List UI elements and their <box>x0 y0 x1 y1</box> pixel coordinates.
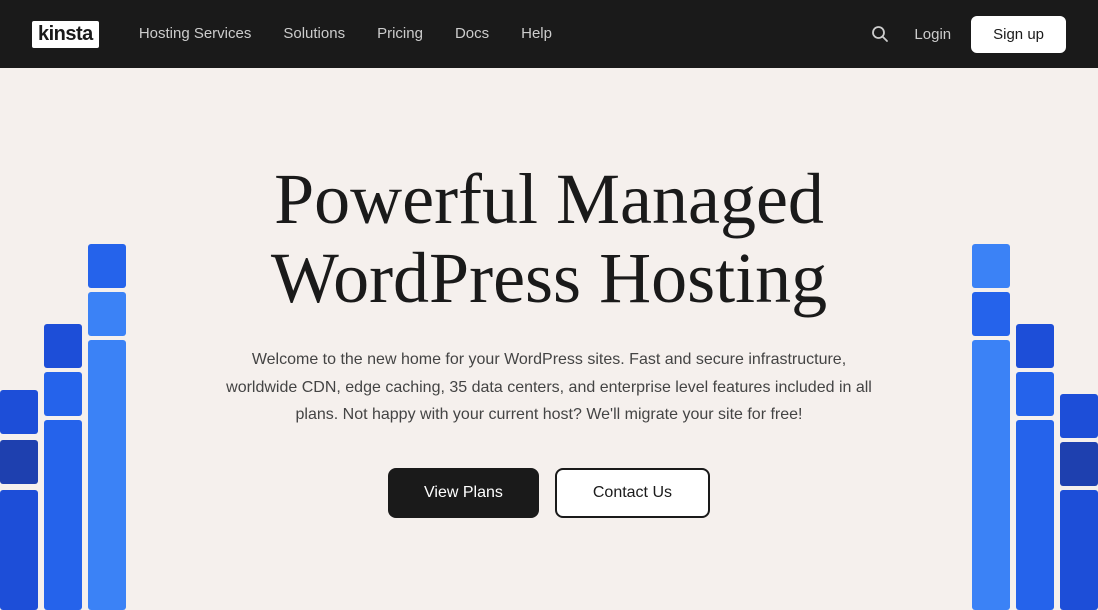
navbar: kinsta Hosting Services Solutions Pricin… <box>0 0 1098 68</box>
nav-item-docs[interactable]: Docs <box>455 25 489 43</box>
navbar-right: Login Sign up <box>866 16 1066 53</box>
hero-title-line2: WordPress Hosting <box>271 238 827 318</box>
nav-item-solutions[interactable]: Solutions <box>283 25 345 43</box>
nav-link-docs[interactable]: Docs <box>455 25 489 42</box>
nav-item-help[interactable]: Help <box>521 25 552 43</box>
nav-links: Hosting Services Solutions Pricing Docs … <box>139 25 552 43</box>
nav-link-help[interactable]: Help <box>521 25 552 42</box>
hero-section: Powerful Managed WordPress Hosting Welco… <box>0 68 1098 610</box>
nav-link-solutions[interactable]: Solutions <box>283 25 345 42</box>
cubes-left-decoration <box>0 180 130 610</box>
view-plans-button[interactable]: View Plans <box>388 468 539 518</box>
contact-us-button[interactable]: Contact Us <box>555 468 710 518</box>
search-icon <box>870 24 890 44</box>
nav-item-pricing[interactable]: Pricing <box>377 25 423 43</box>
hero-buttons: View Plans Contact Us <box>388 468 710 518</box>
navbar-left: kinsta Hosting Services Solutions Pricin… <box>32 20 552 48</box>
logo: kinsta <box>32 20 99 48</box>
nav-link-pricing[interactable]: Pricing <box>377 25 423 42</box>
nav-link-hosting[interactable]: Hosting Services <box>139 25 252 42</box>
cubes-right-decoration <box>968 180 1098 610</box>
logo-text: kinsta <box>32 21 99 48</box>
hero-title-line1: Powerful Managed <box>274 159 824 239</box>
nav-item-hosting[interactable]: Hosting Services <box>139 25 252 43</box>
login-button[interactable]: Login <box>914 26 951 43</box>
hero-title: Powerful Managed WordPress Hosting <box>271 160 827 318</box>
signup-button[interactable]: Sign up <box>971 16 1066 53</box>
search-button[interactable] <box>866 20 894 48</box>
hero-subtitle: Welcome to the new home for your WordPre… <box>219 346 879 428</box>
